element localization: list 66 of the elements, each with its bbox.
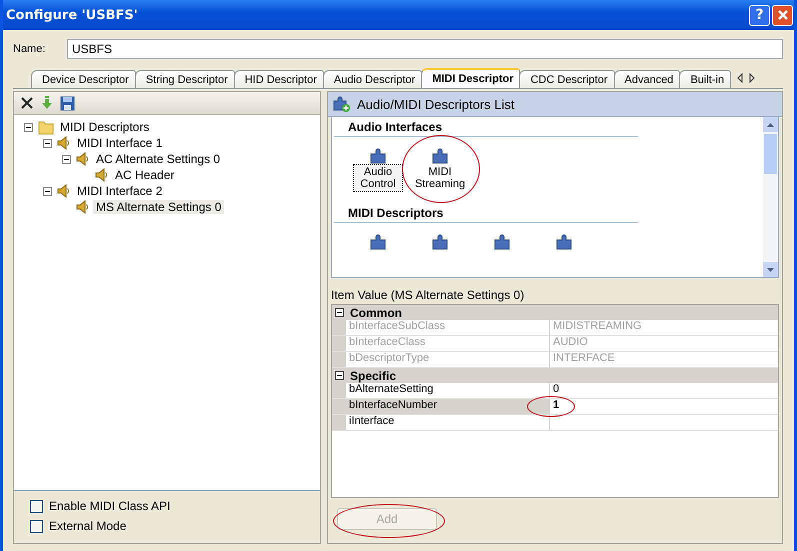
puzzle-icon[interactable] bbox=[369, 233, 387, 251]
tab-scroll-arrows-icon[interactable] bbox=[736, 73, 756, 83]
speaker-icon bbox=[76, 152, 90, 166]
checkbox[interactable] bbox=[30, 500, 43, 512]
name-label: Name: bbox=[13, 43, 46, 55]
tree-item[interactable]: MIDI Descriptors bbox=[57, 120, 152, 134]
tab[interactable]: Audio Descriptor bbox=[322, 70, 422, 88]
close-button[interactable] bbox=[772, 4, 793, 26]
checkbox-label: External Mode bbox=[49, 519, 126, 533]
puzzle-icon[interactable] bbox=[431, 147, 449, 165]
checkbox-label: Enable MIDI Class API bbox=[49, 499, 170, 513]
speaker-icon bbox=[57, 136, 71, 150]
help-button[interactable]: ? bbox=[749, 4, 770, 26]
expander-icon[interactable] bbox=[43, 138, 54, 148]
section-heading: MIDI Descriptors bbox=[334, 203, 638, 223]
category-name: Common bbox=[350, 306, 402, 320]
property-row[interactable]: iInterface bbox=[332, 415, 778, 431]
tab[interactable]: Advanced bbox=[614, 70, 680, 88]
delete-icon[interactable] bbox=[20, 96, 34, 110]
expander-icon[interactable] bbox=[62, 154, 73, 164]
panel-title: Item Value (MS Alternate Settings 0) bbox=[331, 288, 526, 304]
expander-icon[interactable] bbox=[43, 186, 54, 196]
category-name: Specific bbox=[350, 368, 396, 382]
puzzle-icon[interactable] bbox=[493, 233, 511, 251]
tab[interactable]: MIDI Descriptor bbox=[421, 68, 520, 88]
name-field[interactable]: USBFS bbox=[67, 39, 783, 59]
tree-item[interactable]: MIDI Interface 2 bbox=[74, 184, 166, 198]
property-name[interactable]: bInterfaceNumber bbox=[346, 399, 550, 414]
scrollbar[interactable] bbox=[763, 117, 778, 277]
tab[interactable]: Built-in bbox=[679, 70, 732, 88]
tab[interactable]: Device Descriptor bbox=[31, 70, 136, 88]
close-icon bbox=[776, 9, 788, 21]
tree-item[interactable]: AC Header bbox=[112, 168, 178, 182]
puzzle-icon[interactable] bbox=[555, 233, 573, 251]
list-title: Audio/MIDI Descriptors List bbox=[357, 96, 514, 112]
property-name[interactable]: iInterface bbox=[346, 415, 550, 430]
property-row[interactable]: bInterfaceNumber 1 bbox=[332, 399, 778, 415]
tree-item[interactable]: AC Alternate Settings 0 bbox=[93, 152, 224, 166]
descriptor-item[interactable]: Audio Control bbox=[354, 165, 402, 191]
checkbox[interactable] bbox=[30, 520, 43, 532]
save-icon[interactable] bbox=[60, 96, 75, 110]
tab[interactable]: HID Descriptor bbox=[234, 70, 324, 88]
scroll-down-icon[interactable] bbox=[767, 268, 774, 272]
puzzle-icon[interactable] bbox=[369, 147, 387, 165]
expander-icon[interactable] bbox=[335, 371, 346, 380]
expander-icon[interactable] bbox=[24, 122, 35, 132]
tab[interactable]: CDC Descriptor bbox=[519, 70, 614, 88]
tab[interactable]: String Descriptor bbox=[134, 70, 235, 88]
section-heading: Audio Interfaces bbox=[334, 117, 638, 137]
tree-item[interactable]: MS Alternate Settings 0 bbox=[93, 200, 224, 214]
folder-icon bbox=[38, 119, 54, 135]
speaker-icon bbox=[57, 184, 71, 198]
tree-item[interactable]: MIDI Interface 1 bbox=[74, 136, 166, 150]
puzzle-icon[interactable] bbox=[431, 233, 449, 251]
speaker-icon bbox=[76, 200, 90, 214]
expander-icon[interactable] bbox=[335, 308, 346, 317]
property-value[interactable]: 0 bbox=[550, 383, 778, 398]
property-row[interactable]: bAlternateSetting 0 bbox=[332, 383, 778, 399]
descriptor-item[interactable]: MIDI Streaming bbox=[414, 165, 466, 191]
scroll-up-icon[interactable] bbox=[767, 122, 774, 126]
scroll-thumb[interactable] bbox=[764, 134, 777, 174]
speaker-icon bbox=[95, 168, 109, 182]
property-name[interactable]: bAlternateSetting bbox=[346, 383, 550, 398]
property-value[interactable]: 1 bbox=[550, 399, 778, 414]
window-title: Configure 'USBFS' bbox=[6, 8, 139, 22]
puzzle-add-icon bbox=[332, 96, 350, 112]
